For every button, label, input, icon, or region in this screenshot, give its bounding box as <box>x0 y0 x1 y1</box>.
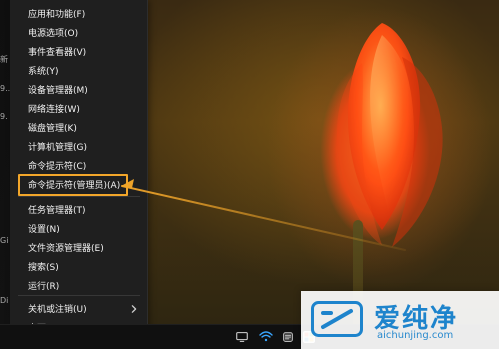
winx-menu: 应用和功能(F) 电源选项(O) 事件查看器(V) 系统(Y) 设备管理器(M)… <box>10 0 148 341</box>
menu-item-label: 电源选项(O) <box>28 29 79 39</box>
menu-item-label: 运行(R) <box>28 282 60 292</box>
menu-item-label: 系统(Y) <box>28 67 59 77</box>
watermark-subtitle: aichunjing.com <box>377 330 454 341</box>
menu-item-device-manager[interactable]: 设备管理器(M) <box>10 80 147 99</box>
menu-item-shutdown-signout[interactable]: 关机或注销(U) <box>10 299 147 318</box>
menu-item-run[interactable]: 运行(R) <box>10 276 147 295</box>
menu-item-label: 事件查看器(V) <box>28 48 87 58</box>
desktop-edge-text: 9. <box>0 112 8 121</box>
monitor-icon[interactable] <box>234 329 250 345</box>
menu-item-label: 应用和功能(F) <box>28 10 86 20</box>
menu-item-apps-features[interactable]: 应用和功能(F) <box>10 4 147 23</box>
menu-item-label: 文件资源管理器(E) <box>28 244 104 254</box>
menu-item-command-prompt-admin[interactable]: 命令提示符(管理员)(A) <box>10 175 147 194</box>
notification-icon[interactable] <box>280 329 296 345</box>
menu-item-system[interactable]: 系统(Y) <box>10 61 147 80</box>
menu-item-label: 网络连接(W) <box>28 105 80 115</box>
wifi-icon[interactable] <box>258 329 274 345</box>
menu-item-file-explorer[interactable]: 文件资源管理器(E) <box>10 238 147 257</box>
menu-item-computer-management[interactable]: 计算机管理(G) <box>10 137 147 156</box>
menu-item-disk-management[interactable]: 磁盘管理(K) <box>10 118 147 137</box>
menu-item-label: 计算机管理(G) <box>28 143 87 153</box>
tulip-flower <box>336 23 443 247</box>
watermark: 爱纯净 aichunjing.com <box>301 291 499 349</box>
menu-item-label: 命令提示符(C) <box>28 162 87 172</box>
menu-item-command-prompt[interactable]: 命令提示符(C) <box>10 156 147 175</box>
watermark-logo-icon <box>311 301 363 337</box>
menu-item-task-manager[interactable]: 任务管理器(T) <box>10 200 147 219</box>
menu-item-power-options[interactable]: 电源选项(O) <box>10 23 147 42</box>
menu-separator <box>18 295 140 296</box>
menu-item-label: 设备管理器(M) <box>28 86 88 96</box>
desktop-edge-text: 新 <box>0 55 8 64</box>
menu-separator <box>18 196 140 197</box>
desktop-edge-text: Di <box>0 296 9 305</box>
menu-item-network-connections[interactable]: 网络连接(W) <box>10 99 147 118</box>
menu-item-label: 搜索(S) <box>28 263 59 273</box>
menu-item-search[interactable]: 搜索(S) <box>10 257 147 276</box>
menu-item-label: 设置(N) <box>28 225 60 235</box>
menu-item-settings[interactable]: 设置(N) <box>10 219 147 238</box>
menu-item-label: 关机或注销(U) <box>28 305 87 315</box>
desktop-edge-text: Gi <box>0 236 9 245</box>
chevron-right-icon <box>129 304 139 314</box>
desktop-edge-text: 9... <box>0 84 10 93</box>
menu-item-label: 命令提示符(管理员)(A) <box>28 181 121 191</box>
menu-item-label: 磁盘管理(K) <box>28 124 77 134</box>
menu-item-event-viewer[interactable]: 事件查看器(V) <box>10 42 147 61</box>
menu-item-label: 任务管理器(T) <box>28 206 86 216</box>
